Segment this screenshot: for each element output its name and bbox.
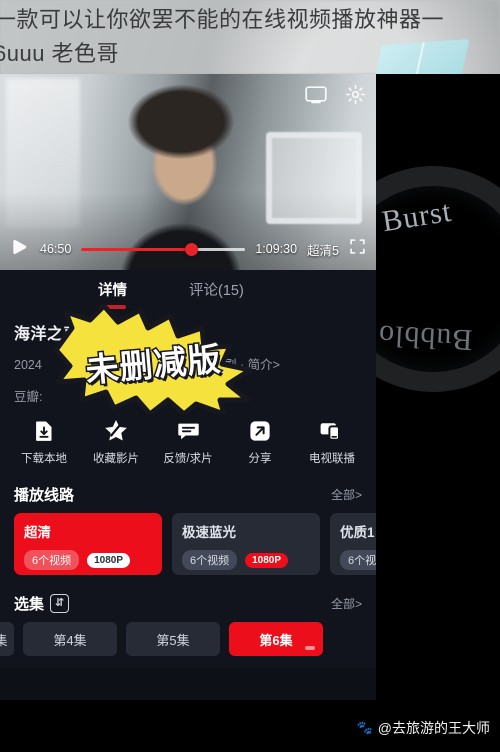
action-favorite[interactable]: 收藏影片 [83, 418, 149, 466]
video-scene-shelf [6, 78, 80, 228]
cast-icon[interactable] [305, 85, 327, 104]
action-favorite-label: 收藏影片 [93, 453, 139, 465]
progress-fill [81, 247, 192, 251]
action-share[interactable]: 分享 [227, 418, 293, 466]
current-time: 46:50 [40, 242, 72, 256]
action-tv-cast[interactable]: 电视联播 [299, 418, 365, 466]
route-name: 优质1 [340, 525, 375, 540]
route-video-count: 6个视频 [182, 550, 238, 570]
total-time: 1:09:30 [255, 242, 298, 256]
video-top-icons [305, 84, 366, 105]
play-icon[interactable] [10, 237, 30, 262]
download-icon [31, 418, 57, 444]
route-resolution: 1080P [87, 552, 131, 568]
tv-cast-icon [319, 418, 345, 444]
action-feedback[interactable]: 反馈/求片 [155, 418, 221, 466]
route-name: 极速蓝光 [182, 525, 236, 540]
movie-year: 2024 [14, 358, 42, 372]
routes-more-link[interactable]: 全部> [331, 486, 362, 503]
episodes-more-link[interactable]: 全部> [331, 595, 362, 612]
action-download[interactable]: 下载本地 [11, 418, 77, 466]
action-download-label: 下载本地 [21, 453, 67, 465]
video-scene-window [266, 132, 362, 224]
episodes-section-header: 选集 ⇵ 全部> [0, 585, 376, 620]
message-icon [175, 418, 201, 444]
movie-brief-link[interactable]: 剧 · 简介> [224, 354, 280, 373]
star-icon [103, 418, 129, 444]
gear-icon[interactable] [345, 84, 366, 105]
towel-decoration [372, 39, 470, 74]
routes-section-header: 播放线路 全部> [0, 476, 376, 511]
watermark-text: @去旅游的王大师 [377, 720, 490, 736]
paw-icon: 🐾 [356, 720, 373, 735]
episodes-title-wrap: 选集 ⇵ [14, 593, 70, 614]
route-tags: 6个视频 [340, 550, 376, 570]
route-video-count: 6个视频 [340, 550, 376, 570]
poster-ring [376, 144, 500, 414]
progress-knob[interactable] [185, 242, 199, 256]
movie-title: 海洋之声 [14, 326, 81, 343]
route-tags: 6个视频 1080P [24, 550, 152, 570]
video-player[interactable]: 46:50 1:09:30 超清5 [0, 74, 376, 270]
douban-rating-label: 豆瓣: [14, 390, 43, 404]
tab-details[interactable]: 详情 [98, 279, 127, 302]
route-name: 超清 [24, 525, 51, 540]
quality-selector[interactable]: 超清5 [307, 240, 339, 259]
tab-comments[interactable]: 评论(15) [189, 279, 244, 302]
background-poster: Burst Bubblo [376, 74, 500, 700]
player-controls[interactable]: 46:50 1:09:30 超清5 [0, 234, 376, 264]
action-share-label: 分享 [248, 453, 272, 465]
route-video-count: 6个视频 [24, 550, 80, 570]
episodes-list[interactable]: 集 第4集 第5集 第6集 [0, 620, 376, 668]
routes-list[interactable]: 超清 6个视频 1080P 极速蓝光 6个视频 1080P 优质1 6个视频 [0, 511, 376, 585]
share-icon [247, 418, 273, 444]
phone-app-screenshot: 46:50 1:09:30 超清5 详情 评论(15) 海洋之声 2024 豆瓣… [0, 74, 376, 700]
episode-button[interactable]: 第5集 [126, 622, 220, 656]
route-tags: 6个视频 1080P [182, 550, 310, 570]
banner-title-line2: 6uuu 老色哥 [0, 41, 120, 66]
route-resolution: 1080P [245, 552, 289, 568]
action-feedback-label: 反馈/求片 [163, 453, 213, 465]
sort-arrows-icon[interactable]: ⇵ [50, 594, 70, 613]
action-row[interactable]: 下载本地 收藏影片 反馈/求片 分享 电视联播 [0, 414, 376, 476]
route-card[interactable]: 极速蓝光 6个视频 1080P [172, 513, 320, 575]
episode-button[interactable]: 第4集 [23, 622, 117, 656]
episode-button[interactable]: 第6集 [229, 622, 323, 656]
banner-title-line1: 一款可以让你欲罢不能的在线视频播放神器一 [0, 7, 445, 32]
episodes-title: 选集 [14, 596, 45, 613]
action-tvcast-label: 电视联播 [309, 453, 355, 465]
poster-word-bubble: Bubblo [377, 318, 474, 357]
watermark: 🐾 @去旅游的王大师 [357, 718, 490, 738]
movie-meta: 海洋之声 2024 豆瓣: 剧 · 简介> 未删减版 [0, 304, 376, 414]
progress-bar[interactable] [81, 242, 246, 256]
route-card[interactable]: 优质1 6个视频 [330, 513, 376, 575]
article-banner: 一款可以让你欲罢不能的在线视频播放神器一 6uuu 老色哥 [0, 0, 500, 74]
routes-title: 播放线路 [14, 487, 75, 504]
fullscreen-icon[interactable] [349, 238, 366, 260]
screenshot-root: 一款可以让你欲罢不能的在线视频播放神器一 6uuu 老色哥 Burst Bubb… [0, 0, 500, 752]
episode-button[interactable]: 集 [0, 622, 14, 656]
detail-tabs[interactable]: 详情 评论(15) [0, 270, 376, 310]
route-card[interactable]: 超清 6个视频 1080P [14, 513, 162, 575]
